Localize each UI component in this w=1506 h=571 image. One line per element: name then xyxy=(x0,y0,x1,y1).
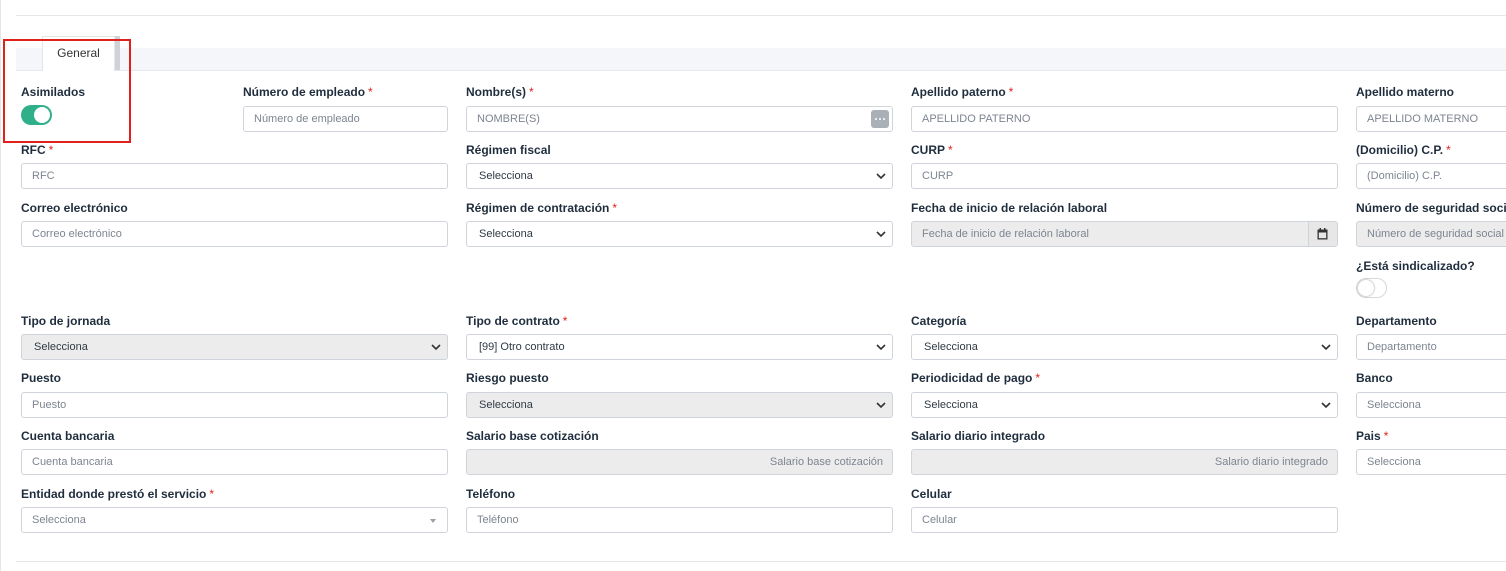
fecha-inicio-label: Fecha de inicio de relación laboral xyxy=(911,201,1108,215)
salario-diario-input: Salario diario integrado xyxy=(911,449,1338,475)
salario-base-input: Salario base cotización xyxy=(466,449,893,475)
chevron-down-icon xyxy=(876,402,886,409)
domicilio-cp-label: (Domicilio) C.P. * xyxy=(1356,143,1451,157)
apellido-paterno-label: Apellido paterno * xyxy=(911,85,1014,99)
celular-label: Celular xyxy=(911,487,952,501)
telefono-label: Teléfono xyxy=(466,487,516,501)
riesgo-puesto-label: Riesgo puesto xyxy=(466,371,549,385)
chevron-down-icon xyxy=(876,344,886,351)
caret-down-icon xyxy=(430,519,436,523)
chevron-down-icon xyxy=(1321,402,1331,409)
more-dots-icon[interactable] xyxy=(871,110,889,128)
departamento-label: Departamento xyxy=(1356,314,1437,328)
banco-label: Banco xyxy=(1356,371,1393,385)
calendar-button[interactable] xyxy=(1308,222,1337,246)
regimen-contratacion-select[interactable]: Selecciona xyxy=(466,221,893,247)
puesto-label: Puesto xyxy=(21,371,62,385)
sindicalizado-toggle[interactable] xyxy=(1356,278,1387,298)
tipo-contrato-label: Tipo de contrato * xyxy=(466,314,568,328)
cuenta-bancaria-input[interactable]: Cuenta bancaria xyxy=(21,449,448,475)
rfc-input[interactable]: RFC xyxy=(21,163,448,189)
nss-input[interactable]: Número de seguridad social xyxy=(1356,221,1506,247)
pais-label: Pais * xyxy=(1356,429,1389,443)
correo-input[interactable]: Correo electrónico xyxy=(21,221,448,247)
pais-select[interactable]: Selecciona xyxy=(1356,449,1506,475)
salario-diario-label: Salario diario integrado xyxy=(911,429,1046,443)
chevron-down-icon xyxy=(1321,344,1331,351)
periodicidad-pago-label: Periodicidad de pago * xyxy=(911,371,1041,385)
telefono-input[interactable]: Teléfono xyxy=(466,507,893,533)
tab-strip xyxy=(16,48,1506,71)
regimen-fiscal-label: Régimen fiscal xyxy=(466,143,551,157)
apellido-materno-input[interactable]: APELLIDO MATERNO xyxy=(1356,106,1506,132)
banco-select[interactable]: Selecciona xyxy=(1356,392,1506,418)
numero-empleado-label: Número de empleado * xyxy=(243,85,373,99)
rfc-label: RFC * xyxy=(21,143,54,157)
tipo-contrato-select[interactable]: [99] Otro contrato xyxy=(466,334,893,360)
asimilados-toggle[interactable] xyxy=(21,105,52,125)
chevron-down-icon xyxy=(876,231,886,238)
departamento-input[interactable]: Departamento xyxy=(1356,334,1506,360)
asimilados-label: Asimilados xyxy=(21,85,86,99)
periodicidad-pago-select[interactable]: Selecciona xyxy=(911,392,1338,418)
celular-input[interactable]: Celular xyxy=(911,507,1338,533)
puesto-input[interactable]: Puesto xyxy=(21,392,448,418)
calendar-icon xyxy=(1317,228,1328,240)
regimen-fiscal-select[interactable]: Selecciona xyxy=(466,163,893,189)
entidad-select[interactable]: Selecciona xyxy=(21,507,448,533)
correo-label: Correo electrónico xyxy=(21,201,128,215)
bottom-divider xyxy=(16,561,1506,562)
fecha-inicio-input[interactable]: Fecha de inicio de relación laboral xyxy=(911,221,1338,247)
tipo-jornada-label: Tipo de jornada xyxy=(21,314,111,328)
entidad-label: Entidad donde prestó el servicio * xyxy=(21,487,215,501)
riesgo-puesto-select[interactable]: Selecciona xyxy=(466,392,893,418)
apellido-materno-label: Apellido materno xyxy=(1356,85,1455,99)
sindicalizado-label: ¿Está sindicalizado? xyxy=(1356,259,1475,273)
numero-empleado-input[interactable]: Número de empleado xyxy=(243,106,448,132)
tab-general[interactable]: General xyxy=(42,36,115,71)
chevron-down-icon xyxy=(431,344,441,351)
nss-label: Número de seguridad social xyxy=(1356,201,1506,215)
categoria-label: Categoría xyxy=(911,314,967,328)
curp-label: CURP * xyxy=(911,143,953,157)
top-divider xyxy=(16,15,1506,16)
chevron-down-icon xyxy=(876,173,886,180)
nombre-label: Nombre(s) * xyxy=(466,85,534,99)
apellido-paterno-input[interactable]: APELLIDO PATERNO xyxy=(911,106,1338,132)
tipo-jornada-select[interactable]: Selecciona xyxy=(21,334,448,360)
regimen-contratacion-label: Régimen de contratación * xyxy=(466,201,618,215)
domicilio-cp-input[interactable]: (Domicilio) C.P. xyxy=(1356,163,1506,189)
toggle-knob xyxy=(1358,280,1374,296)
panel-left-border xyxy=(0,0,1,571)
salario-base-label: Salario base cotización xyxy=(466,429,599,443)
cuenta-bancaria-label: Cuenta bancaria xyxy=(21,429,115,443)
categoria-select[interactable]: Selecciona xyxy=(911,334,1338,360)
toggle-knob xyxy=(34,107,50,123)
curp-input[interactable]: CURP xyxy=(911,163,1338,189)
tab-edge xyxy=(115,36,120,70)
nombre-input[interactable]: NOMBRE(S) xyxy=(466,106,893,132)
